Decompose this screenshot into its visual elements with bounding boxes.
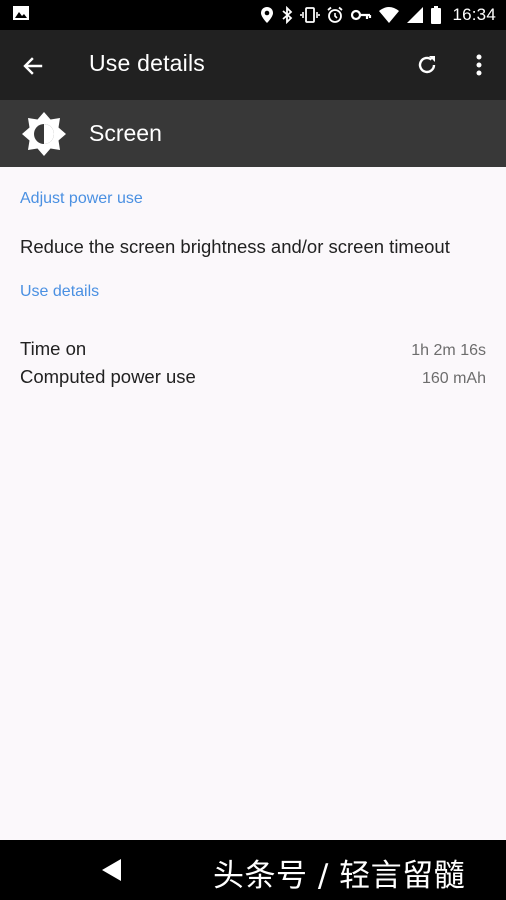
detail-row-computed-power: Computed power use 160 mAh [20,366,486,388]
battery-icon [430,5,442,25]
back-button[interactable] [18,51,48,81]
status-bar: 16:34 [0,0,506,30]
wifi-icon [378,6,400,24]
app-name: Screen [89,120,162,146]
navigation-bar: 头条号 / 轻言留髓 [0,840,506,900]
status-left [12,5,30,26]
alarm-icon [326,6,344,24]
app-header: Screen [0,100,506,167]
location-icon [260,6,274,24]
toolbar: Use details [0,30,506,100]
detail-label: Computed power use [20,366,196,387]
section-title-use-details: Use details [20,283,100,300]
brightness-icon [22,112,66,156]
arrow-back-icon [23,57,43,75]
power-tip-item[interactable]: Reduce the screen brightness and/or scre… [20,236,450,258]
vpn-key-icon [350,6,372,24]
refresh-button[interactable] [411,49,443,81]
signal-icon [406,6,424,24]
vibrate-icon [300,6,321,24]
detail-value: 1h 2m 16s [411,342,486,359]
detail-row-time-on: Time on 1h 2m 16s [20,338,486,360]
detail-value: 160 mAh [421,370,486,387]
more-vertical-icon [476,54,482,76]
detail-label: Time on [20,338,87,359]
status-right: 16:34 [260,5,496,25]
watermark-text: 头条号 / 轻言留髓 [213,858,466,894]
status-clock: 16:34 [452,5,496,24]
section-title-adjust-power: Adjust power use [20,190,143,207]
more-options-button[interactable] [465,49,493,81]
refresh-icon [418,56,436,74]
page-title: Use details [89,50,205,76]
bluetooth-icon [280,6,294,24]
image-notification-icon [12,5,30,26]
nav-back-triangle-icon[interactable] [100,857,124,883]
